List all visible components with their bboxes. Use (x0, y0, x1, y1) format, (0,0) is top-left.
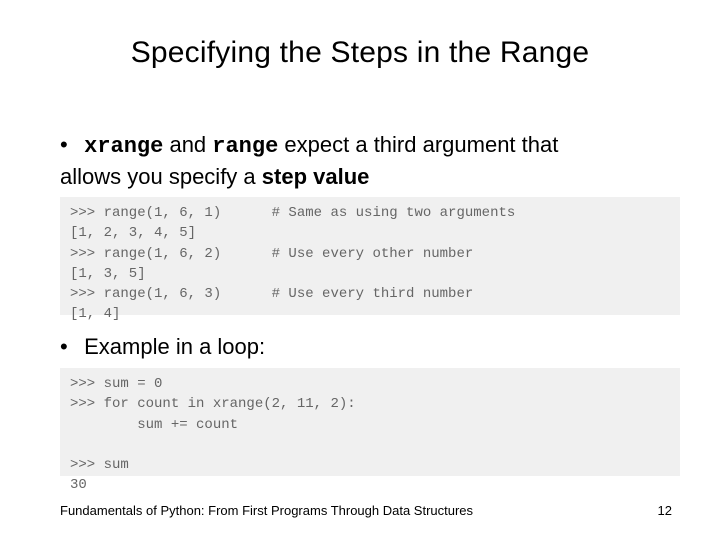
bullet-example-loop: • Example in a loop: (60, 334, 670, 360)
code-range: range (212, 134, 278, 159)
text-line2a: allows you specify a (60, 164, 262, 189)
bullet-step-value: • xrange and range expect a third argume… (60, 130, 670, 191)
code-xrange: xrange (84, 134, 163, 159)
slide-title: Specifying the Steps in the Range (0, 36, 720, 70)
slide: Specifying the Steps in the Range • xran… (0, 0, 720, 540)
text-rest1: expect a third argument that (278, 132, 558, 157)
code-block-range-examples: >>> range(1, 6, 1) # Same as using two a… (60, 197, 680, 315)
footer-text: Fundamentals of Python: From First Progr… (60, 503, 473, 518)
text-step-value: step value (262, 164, 370, 189)
code-block-loop-example: >>> sum = 0 >>> for count in xrange(2, 1… (60, 368, 680, 476)
text-and: and (163, 132, 212, 157)
bullet-dot-icon: • (60, 130, 78, 160)
text-example-loop: Example in a loop: (84, 334, 265, 359)
page-number: 12 (658, 503, 672, 518)
bullet-dot-icon: • (60, 334, 78, 360)
